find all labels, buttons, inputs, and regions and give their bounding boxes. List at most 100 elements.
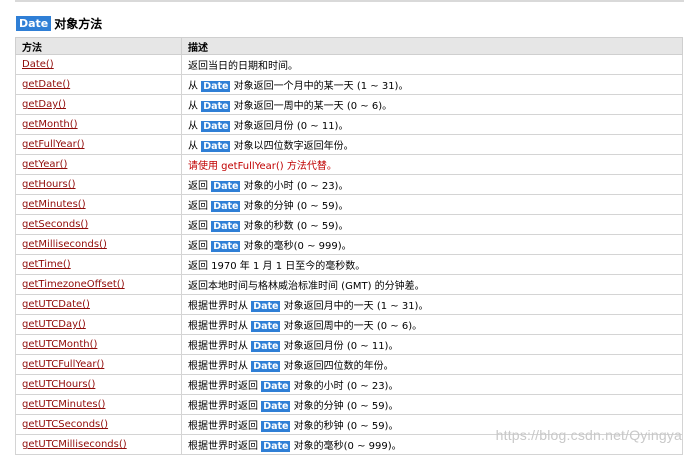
method-link[interactable]: getDate() <box>22 79 70 90</box>
date-keyword-highlight: Date <box>261 381 291 392</box>
method-link[interactable]: getDay() <box>22 99 66 110</box>
description-cell: 根据世界时从 Date 对象返回四位数的年份。 <box>181 354 683 375</box>
date-keyword-highlight: Date <box>261 401 291 412</box>
description-text: 返回 <box>188 221 212 232</box>
method-cell: getMinutes() <box>15 194 182 215</box>
description-text-tail: 对象返回一个月中的某一天 (1 ~ 31)。 <box>230 81 409 92</box>
table-row: getDay() 从 Date 对象返回一周中的某一天 (0 ~ 6)。 <box>15 94 683 115</box>
method-link[interactable]: getMilliseconds() <box>22 239 107 250</box>
column-header-method: 方法 <box>15 37 182 55</box>
description-text: 返回本地时间与格林威治标准时间 (GMT) 的分钟差。 <box>188 281 425 292</box>
table-row: getDate() 从 Date 对象返回一个月中的某一天 (1 ~ 31)。 <box>15 74 683 95</box>
description-text-tail: 对象返回月份 (0 ~ 11)。 <box>280 341 399 352</box>
description-text: 根据世界时从 <box>188 341 252 352</box>
table-row: getTimezoneOffset() 返回本地时间与格林威治标准时间 (GMT)… <box>15 274 683 295</box>
date-keyword-highlight: Date <box>201 141 231 152</box>
method-cell: getMonth() <box>15 114 182 135</box>
column-header-description: 描述 <box>181 37 683 55</box>
description-text-tail: 对象的分钟 (0 ~ 59)。 <box>290 401 399 412</box>
description-text: 从 <box>188 81 202 92</box>
table-row: getMilliseconds() 返回 Date 对象的毫秒(0 ~ 999)。 <box>15 234 683 255</box>
date-keyword-highlight: Date <box>251 341 281 352</box>
description-cell: 请使用 getFullYear() 方法代替。 <box>181 154 683 175</box>
table-header-row: 方法 描述 <box>15 37 683 55</box>
description-text: 从 <box>188 121 202 132</box>
description-text-tail: 对象的毫秒(0 ~ 999)。 <box>240 241 352 252</box>
date-keyword-highlight: Date <box>211 201 241 212</box>
method-link[interactable]: getMinutes() <box>22 199 86 210</box>
method-link[interactable]: getTimezoneOffset() <box>22 279 125 290</box>
method-link[interactable]: getUTCMonth() <box>22 339 97 350</box>
table-row: getSeconds() 返回 Date 对象的秒数 (0 ~ 59)。 <box>15 214 683 235</box>
method-link[interactable]: getYear() <box>22 159 67 170</box>
description-text: 返回 <box>188 201 212 212</box>
date-keyword-highlight: Date <box>211 241 241 252</box>
method-cell: getUTCMonth() <box>15 334 182 355</box>
method-link[interactable]: getUTCDay() <box>22 319 86 330</box>
description-text-tail: 对象的秒钟 (0 ~ 59)。 <box>290 421 399 432</box>
table-row: getUTCDay() 根据世界时从 Date 对象返回周中的一天 (0 ~ 6)… <box>15 314 683 335</box>
description-cell: 返回当日的日期和时间。 <box>181 54 683 75</box>
table-row: getUTCMinutes() 根据世界时返回 Date 对象的分钟 (0 ~ 5… <box>15 394 683 415</box>
method-link[interactable]: getTime() <box>22 259 71 270</box>
method-link[interactable]: getHours() <box>22 179 76 190</box>
method-cell: getFullYear() <box>15 134 182 155</box>
description-cell: 根据世界时返回 Date 对象的分钟 (0 ~ 59)。 <box>181 394 683 415</box>
description-text: 根据世界时返回 <box>188 421 262 432</box>
method-cell: getTime() <box>15 254 182 275</box>
method-cell: getDate() <box>15 74 182 95</box>
method-cell: getUTCMinutes() <box>15 394 182 415</box>
date-keyword-highlight: Date <box>251 361 281 372</box>
description-cell: 返回 1970 年 1 月 1 日至今的毫秒数。 <box>181 254 683 275</box>
method-link[interactable]: getUTCDate() <box>22 299 90 310</box>
table-row: getUTCMonth() 根据世界时从 Date 对象返回月份 (0 ~ 11)… <box>15 334 683 355</box>
method-link[interactable]: Date() <box>22 59 54 70</box>
method-link[interactable]: getFullYear() <box>22 139 85 150</box>
description-text: 请使用 getFullYear() 方法代替。 <box>188 161 337 172</box>
method-link[interactable]: getUTCMinutes() <box>22 399 105 410</box>
date-keyword-highlight: Date <box>211 221 241 232</box>
method-link[interactable]: getSeconds() <box>22 219 88 230</box>
method-link[interactable]: getUTCSeconds() <box>22 419 108 430</box>
method-link[interactable]: getUTCFullYear() <box>22 359 104 370</box>
description-cell: 返回 Date 对象的秒数 (0 ~ 59)。 <box>181 214 683 235</box>
section-heading: Date 对象方法 <box>16 13 102 33</box>
method-cell: getYear() <box>15 154 182 175</box>
method-cell: getUTCFullYear() <box>15 354 182 375</box>
description-text-tail: 对象的小时 (0 ~ 23)。 <box>240 181 349 192</box>
method-link[interactable]: getMonth() <box>22 119 78 130</box>
description-cell: 返回 Date 对象的毫秒(0 ~ 999)。 <box>181 234 683 255</box>
description-cell: 根据世界时从 Date 对象返回周中的一天 (0 ~ 6)。 <box>181 314 683 335</box>
methods-table: 方法 描述 Date() 返回当日的日期和时间。 getDate() 从 Date 对… <box>15 37 683 455</box>
description-cell: 从 Date 对象返回一周中的某一天 (0 ~ 6)。 <box>181 94 683 115</box>
method-cell: getSeconds() <box>15 214 182 235</box>
description-text-tail: 对象返回月中的一天 (1 ~ 31)。 <box>280 301 429 312</box>
heading-title: 对象方法 <box>54 16 103 31</box>
table-row: getYear() 请使用 getFullYear() 方法代替。 <box>15 154 683 175</box>
description-cell: 从 Date 对象返回一个月中的某一天 (1 ~ 31)。 <box>181 74 683 95</box>
method-cell: getTimezoneOffset() <box>15 274 182 295</box>
description-text-tail: 对象返回一周中的某一天 (0 ~ 6)。 <box>230 101 393 112</box>
table-row: getHours() 返回 Date 对象的小时 (0 ~ 23)。 <box>15 174 683 195</box>
date-keyword-highlight: Date <box>201 121 231 132</box>
table-row: getFullYear() 从 Date 对象以四位数字返回年份。 <box>15 134 683 155</box>
table-row: Date() 返回当日的日期和时间。 <box>15 54 683 75</box>
description-text-tail: 对象的毫秒(0 ~ 999)。 <box>290 441 402 452</box>
description-cell: 从 Date 对象以四位数字返回年份。 <box>181 134 683 155</box>
description-text: 根据世界时从 <box>188 321 252 332</box>
table-row: getUTCDate() 根据世界时从 Date 对象返回月中的一天 (1 ~ 3… <box>15 294 683 315</box>
method-link[interactable]: getUTCHours() <box>22 379 95 390</box>
description-text: 从 <box>188 101 202 112</box>
description-text: 根据世界时从 <box>188 361 252 372</box>
description-text: 根据世界时从 <box>188 301 252 312</box>
method-link[interactable]: getUTCMilliseconds() <box>22 439 127 450</box>
method-cell: getUTCHours() <box>15 374 182 395</box>
date-keyword-highlight: Date <box>251 301 281 312</box>
table-row: getMinutes() 返回 Date 对象的分钟 (0 ~ 59)。 <box>15 194 683 215</box>
description-text: 从 <box>188 141 202 152</box>
table-row: getUTCHours() 根据世界时返回 Date 对象的小时 (0 ~ 23)… <box>15 374 683 395</box>
description-cell: 从 Date 对象返回月份 (0 ~ 11)。 <box>181 114 683 135</box>
description-text: 根据世界时返回 <box>188 401 262 412</box>
description-text-tail: 对象以四位数字返回年份。 <box>230 141 354 152</box>
description-cell: 根据世界时返回 Date 对象的小时 (0 ~ 23)。 <box>181 374 683 395</box>
